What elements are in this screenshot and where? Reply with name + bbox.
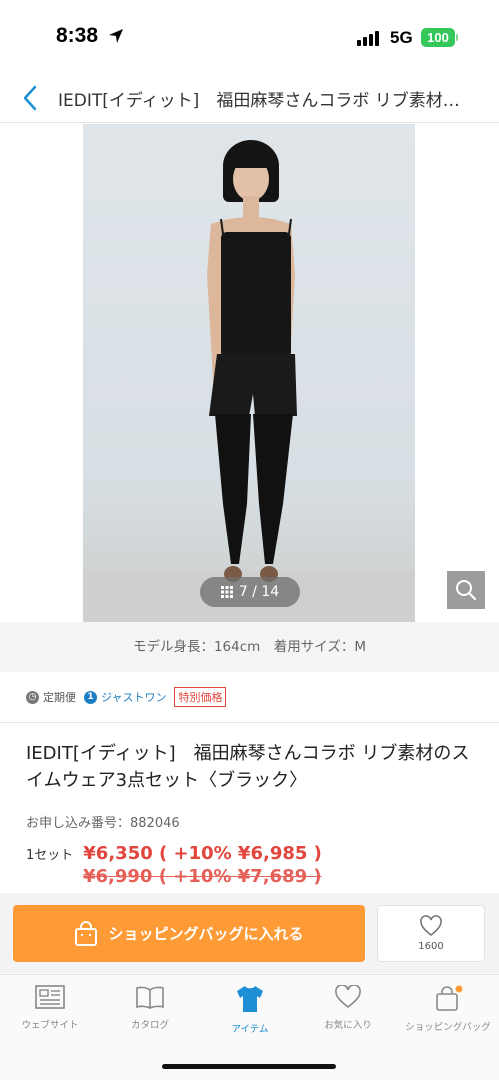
price-unit-label: 1セット	[26, 848, 74, 863]
tab-catalog[interactable]: カタログ	[100, 985, 200, 1031]
tab-shopping-bag[interactable]: ショッピングバッグ	[398, 985, 498, 1033]
home-indicator	[162, 1064, 336, 1069]
model-info: モデル身長：164cm 着用サイズ：M	[0, 622, 499, 672]
status-time: 8:38	[56, 24, 99, 47]
model-figure	[207, 140, 297, 582]
tab-favorites-label: お気に入り	[324, 1020, 372, 1031]
battery-icon: 100	[421, 28, 455, 47]
action-bar: ショッピングバッグに入れる 1600	[0, 893, 499, 973]
heart-icon	[420, 915, 442, 937]
product-photo[interactable]	[83, 124, 415, 622]
divider	[0, 722, 499, 723]
location-arrow-icon	[109, 29, 123, 43]
tab-catalog-label: カタログ	[130, 1020, 169, 1031]
tab-item[interactable]: アイテム	[200, 985, 300, 1035]
status-bar: 8:38 5G 100	[0, 0, 499, 75]
favorite-count: 1600	[418, 941, 444, 952]
add-to-bag-button[interactable]: ショッピングバッグに入れる	[13, 905, 365, 962]
gallery-counter: 7 / 14	[200, 577, 300, 607]
book-icon	[136, 986, 164, 1009]
product-name: IEDIT[イディット] 福田麻琴さんコラボ リブ素材のスイムウェア3点セット〈…	[26, 743, 470, 791]
tab-website-label: ウェブサイト	[21, 1020, 79, 1031]
original-price: ¥6,990 ( +10% ¥7,689 )	[83, 866, 322, 887]
nav-header: IEDIT[イディット] 福田麻琴さんコラボ リブ素材のスイムウェア3点セット〈…	[0, 75, 499, 123]
current-price: ¥6,350 ( +10% ¥6,985 )	[83, 843, 322, 864]
tab-item-label: アイテム	[231, 1024, 269, 1035]
tab-favorites[interactable]: お気に入り	[298, 985, 398, 1031]
search-icon	[456, 580, 477, 601]
bag-icon	[436, 985, 463, 1011]
product-gallery[interactable]	[0, 124, 499, 622]
tag-teiki-label: 定期便	[43, 691, 76, 704]
clock-icon: ◷	[26, 690, 39, 704]
back-button[interactable]	[16, 83, 44, 113]
tag-teiki: ◷ 定期便	[26, 689, 76, 705]
gallery-counter-text: 7 / 14	[238, 584, 280, 600]
shopping-bag-icon	[75, 920, 98, 946]
service-tags: ◷ 定期便 1 ジャストワン 特別価格	[26, 684, 227, 710]
grid-icon	[220, 586, 233, 598]
tag-just-one: 1 ジャストワン	[84, 689, 166, 705]
network-type: 5G	[390, 28, 413, 47]
add-to-bag-label: ショッピングバッグに入れる	[108, 925, 304, 943]
signal-icon	[357, 31, 379, 46]
price-row: 1セット ¥6,350 ( +10% ¥6,985 )	[26, 843, 322, 864]
tab-website[interactable]: ウェブサイト	[0, 985, 100, 1031]
battery-tip	[456, 34, 458, 41]
heart-icon	[335, 985, 361, 1009]
tag-just-label: ジャストワン	[101, 691, 167, 704]
chevron-left-icon	[23, 85, 37, 111]
tab-shopping-bag-label: ショッピングバッグ	[405, 1022, 491, 1033]
newspaper-icon	[35, 985, 65, 1009]
just-one-icon: 1	[84, 690, 97, 704]
order-number: お申し込み番号：882046	[26, 816, 180, 831]
shirt-icon	[237, 986, 263, 1012]
zoom-button[interactable]	[447, 571, 485, 609]
page-title: IEDIT[イディット] 福田麻琴さんコラボ リブ素材のスイムウェア3点セット〈…	[58, 91, 473, 111]
tag-special-price: 特別価格	[174, 687, 227, 707]
favorite-button[interactable]: 1600	[377, 905, 485, 962]
